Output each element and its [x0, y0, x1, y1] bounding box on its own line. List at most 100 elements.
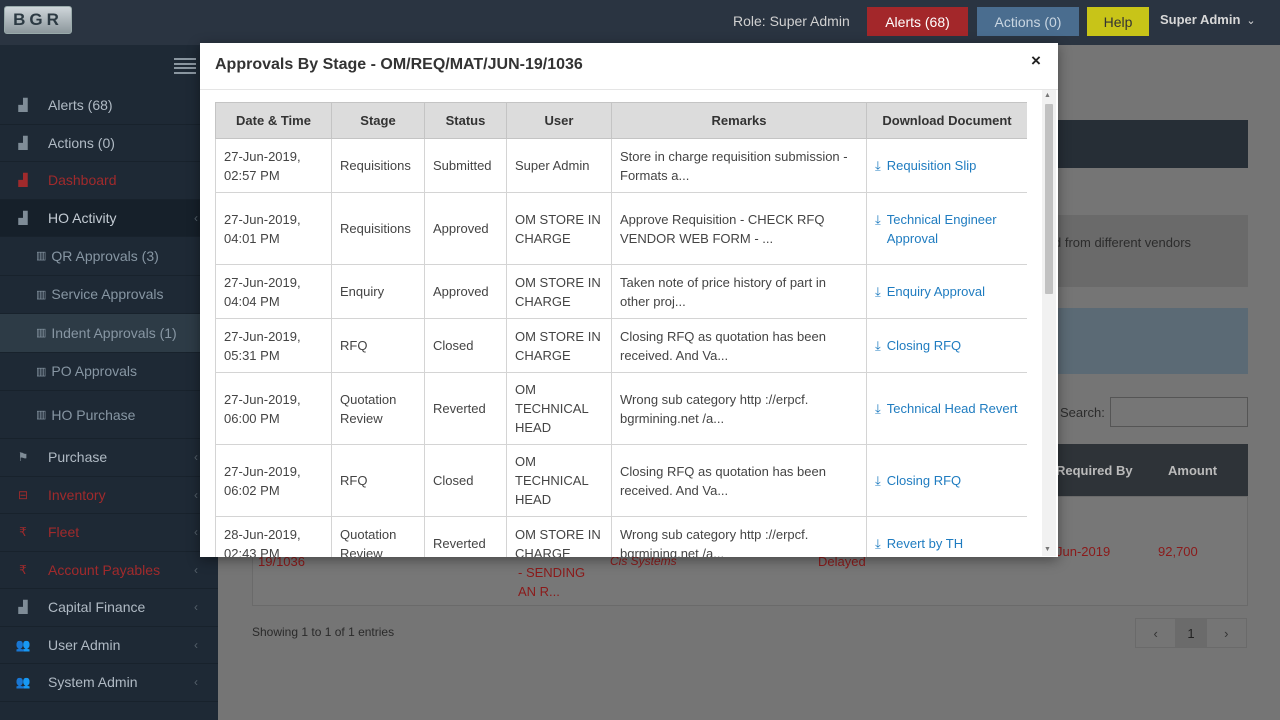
cell-stage: RFQ [331, 318, 425, 373]
scroll-down-icon[interactable]: ▼ [1044, 546, 1051, 553]
approvals-modal: Approvals By Stage - OM/REQ/MAT/JUN-19/1… [200, 43, 1058, 557]
cell-remarks: Approve Requisition - CHECK RFQ VENDOR W… [611, 192, 867, 265]
scrollbar-thumb[interactable] [1045, 104, 1053, 294]
actions-button[interactable]: Actions (0) [977, 7, 1079, 36]
cell-status: Approved [424, 192, 507, 265]
page-1-button[interactable]: 1 [1175, 619, 1207, 647]
download-icon[interactable]: ⤓ [875, 210, 881, 229]
area-chart-icon: ▟ [18, 98, 28, 113]
area-chart-icon: ▟ [18, 173, 28, 188]
sidebar-item-inventory[interactable]: ⊟ Inventory ‹ [0, 477, 218, 514]
sidebar-item-label: Actions (0) [48, 134, 115, 151]
download-link[interactable]: Closing RFQ [887, 336, 961, 355]
sidebar-item-ho-activity[interactable]: ▟ HO Activity ‹ [0, 199, 218, 237]
cell-date: 27-Jun-2019, 02:57 PM [215, 138, 332, 193]
cell-download: ⤓ Technical Head Revert [866, 372, 1027, 445]
sidebar-item-po-approvals[interactable]: ▥ PO Approvals [0, 353, 218, 391]
sidebar-item-label: Capital Finance [48, 599, 146, 616]
scroll-up-icon[interactable]: ▲ [1044, 92, 1051, 99]
sidebar-item-system-admin[interactable]: 👥 System Admin ‹ [0, 664, 218, 702]
search-input[interactable] [1110, 397, 1248, 427]
page-prev-button[interactable]: ‹ [1136, 619, 1175, 647]
area-chart-icon: ▟ [18, 210, 28, 225]
download-link[interactable]: Technical Engineer Approval [887, 210, 1019, 248]
cell-user: OM STORE IN CHARGE [506, 318, 612, 373]
download-icon[interactable]: ⤓ [875, 156, 881, 175]
table-row: 27-Jun-2019, 05:31 PM RFQ Closed OM STOR… [215, 318, 1027, 373]
cell-download: ⤓ Closing RFQ [866, 318, 1027, 373]
rupee-icon: ₹ [19, 562, 27, 577]
cell-download: ⤓ Enquiry Approval [866, 264, 1027, 319]
cell-stage: Requisitions [331, 138, 425, 193]
download-icon[interactable]: ⤓ [875, 534, 881, 553]
table-row: 27-Jun-2019, 02:57 PM Requisitions Submi… [215, 138, 1027, 193]
help-button[interactable]: Help [1087, 7, 1149, 36]
cell-user: OM STORE IN CHARGE [506, 192, 612, 265]
cell-status: Reverted [424, 516, 507, 557]
user-menu[interactable]: Super Admin ⌄ [1160, 12, 1256, 27]
sidebar-item-label: System Admin [48, 674, 138, 691]
download-icon[interactable]: ⤓ [875, 336, 881, 355]
table-row: 27-Jun-2019, 04:04 PM Enquiry Approved O… [215, 264, 1027, 319]
page-next-button[interactable]: › [1207, 619, 1246, 647]
table-row: 27-Jun-2019, 06:02 PM RFQ Closed OM TECH… [215, 444, 1027, 517]
chevron-left-icon: ‹ [194, 450, 198, 465]
table-row: 28-Jun-2019, 02:43 PM Quotation Review R… [215, 516, 1027, 557]
user-name: Super Admin [1160, 12, 1241, 27]
col-user: User [506, 102, 612, 139]
col-required-by[interactable]: Required By [1056, 463, 1133, 478]
download-link[interactable]: Closing RFQ [887, 471, 961, 490]
sidebar-item-actions[interactable]: ▟ Actions (0) [0, 125, 218, 162]
sidebar-item-account-payables[interactable]: ₹ Account Payables ‹ [0, 552, 218, 589]
download-link[interactable]: Enquiry Approval [887, 282, 985, 301]
modal-divider [200, 89, 1058, 90]
cell-status: Approved [424, 264, 507, 319]
menu-toggle-icon[interactable] [174, 58, 196, 74]
col-remarks: Remarks [611, 102, 867, 139]
role-label: Role: Super Admin [733, 13, 850, 29]
col-status: Status [424, 102, 507, 139]
sidebar-item-indent-approvals[interactable]: ▥ Indent Approvals (1) [0, 314, 218, 353]
entries-info: Showing 1 to 1 of 1 entries [252, 625, 395, 639]
cell-date: 27-Jun-2019, 04:04 PM [215, 264, 332, 319]
col-amount[interactable]: Amount [1168, 463, 1217, 478]
sidebar-item-capital-finance[interactable]: ▟ Capital Finance ‹ [0, 589, 218, 627]
download-icon[interactable]: ⤓ [875, 399, 881, 418]
modal-scrollbar[interactable]: ▲ ▼ [1042, 90, 1056, 556]
search-label: Search: [1060, 405, 1105, 420]
bar-chart-icon: ▥ [36, 288, 47, 301]
cell-download: ⤓ Closing RFQ [866, 444, 1027, 517]
sidebar-item-service-approvals[interactable]: ▥ Service Approvals [0, 276, 218, 314]
sidebar-item-label: Dashboard [48, 172, 117, 189]
sidebar-item-label: Service Approvals [51, 286, 164, 303]
cell-remarks: Wrong sub category http ://erpcf. bgrmin… [611, 516, 867, 557]
sidebar-menu: ▟ Alerts (68) ▟ Actions (0) ▟ Dashboard ▟ HO… [0, 87, 218, 702]
download-icon[interactable]: ⤓ [875, 471, 881, 490]
sidebar-item-user-admin[interactable]: 👥 User Admin ‹ [0, 627, 218, 664]
col-stage: Stage [331, 102, 425, 139]
bar-chart-icon: ▥ [36, 365, 47, 378]
sidebar-item-qr-approvals[interactable]: ▥ QR Approvals (3) [0, 237, 218, 276]
approvals-table: Date & Time Stage Status User Remarks Do… [215, 102, 1027, 557]
download-link[interactable]: Revert by TH [887, 534, 963, 553]
close-icon[interactable]: × [1031, 51, 1041, 71]
cell-remarks: Closing RFQ as quotation has been receiv… [611, 444, 867, 517]
panel-header [1058, 120, 1248, 168]
sidebar-item-fleet[interactable]: ₹ Fleet ‹ [0, 514, 218, 552]
top-navbar: BGR Role: Super Admin Alerts (68) Action… [0, 0, 1280, 45]
cell-download: ⤓ Requisition Slip [866, 138, 1027, 193]
download-link[interactable]: Requisition Slip [887, 156, 977, 175]
chevron-left-icon: ‹ [194, 675, 198, 690]
sidebar-item-label: User Admin [48, 636, 121, 653]
vendors-text: d from different vendors [1054, 235, 1192, 250]
sidebar-item-dashboard[interactable]: ▟ Dashboard [0, 162, 218, 200]
sidebar-item-ho-purchase[interactable]: ▥ HO Purchase [0, 391, 218, 439]
sidebar-item-alerts[interactable]: ▟ Alerts (68) [0, 87, 218, 125]
sidebar-item-purchase[interactable]: ⚑ Purchase ‹ [0, 439, 218, 477]
bgr-logo[interactable]: BGR [4, 6, 72, 34]
download-link[interactable]: Technical Head Revert [887, 399, 1018, 418]
alerts-button[interactable]: Alerts (68) [867, 7, 968, 36]
cell-download: ⤓ Technical Engineer Approval [866, 192, 1027, 265]
sidebar-item-label: HO Purchase [51, 406, 136, 423]
download-icon[interactable]: ⤓ [875, 282, 881, 301]
